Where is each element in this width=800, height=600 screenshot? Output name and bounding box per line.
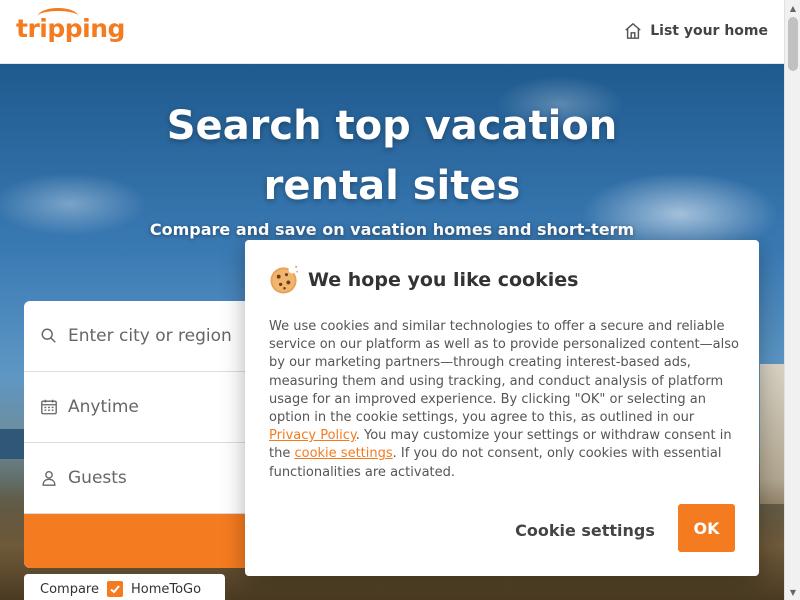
site-header: tripping List your home (0, 0, 784, 64)
hometogo-checkbox[interactable] (106, 581, 123, 597)
guests-picker[interactable]: Guests (24, 443, 249, 514)
hero-subtitle: Compare and save on vacation homes and s… (149, 220, 635, 239)
ok-button[interactable]: OK (678, 504, 735, 552)
location-input[interactable]: Enter city or region (24, 301, 249, 372)
search-button[interactable] (24, 514, 249, 568)
dates-value: Anytime (68, 397, 139, 417)
compare-partner-label: HomeToGo (130, 581, 202, 597)
hero-title-line1: Search top vacation (166, 103, 618, 149)
cookie-modal-title: We hope you like cookies (308, 268, 579, 291)
home-icon (625, 23, 641, 39)
hero-title-line2: rental sites (263, 163, 521, 209)
search-panel: Enter city or region Anytime Guests (24, 301, 249, 568)
compare-bar: Compare HomeToGo (24, 574, 225, 600)
scroll-up-arrow-icon[interactable]: ▲ (785, 0, 800, 16)
hero-title: Search top vacation rental sites (0, 96, 784, 216)
guests-value: Guests (68, 468, 127, 488)
cookie-icon (270, 265, 298, 294)
cookie-modal-text: We use cookies and similar technologies … (269, 318, 739, 482)
privacy-policy-link[interactable]: Privacy Policy (269, 428, 356, 443)
page-scrollbar[interactable]: ▲ ▼ (784, 0, 800, 600)
logo-arc (38, 8, 78, 24)
location-placeholder: Enter city or region (68, 326, 232, 346)
list-your-home-link[interactable]: List your home (624, 22, 768, 40)
dates-picker[interactable]: Anytime (24, 372, 249, 443)
cookie-settings-button[interactable]: Cookie settings (515, 506, 655, 554)
cookie-text-part1: We use cookies and similar technologies … (269, 319, 739, 426)
scroll-down-arrow-icon[interactable]: ▼ (785, 584, 800, 600)
tripping-logo[interactable]: tripping (16, 8, 125, 43)
person-icon (42, 471, 56, 486)
search-icon (41, 328, 56, 343)
cookie-settings-link[interactable]: cookie settings (294, 446, 392, 461)
checkmark-icon (110, 585, 120, 594)
compare-label: Compare (40, 581, 99, 597)
cookie-modal-header: We hope you like cookies (269, 264, 578, 295)
list-your-home-label: List your home (650, 23, 768, 39)
scrollbar-thumb[interactable] (788, 17, 798, 71)
cookie-consent-modal: We hope you like cookies We use cookies … (245, 240, 759, 576)
calendar-icon (41, 399, 57, 415)
